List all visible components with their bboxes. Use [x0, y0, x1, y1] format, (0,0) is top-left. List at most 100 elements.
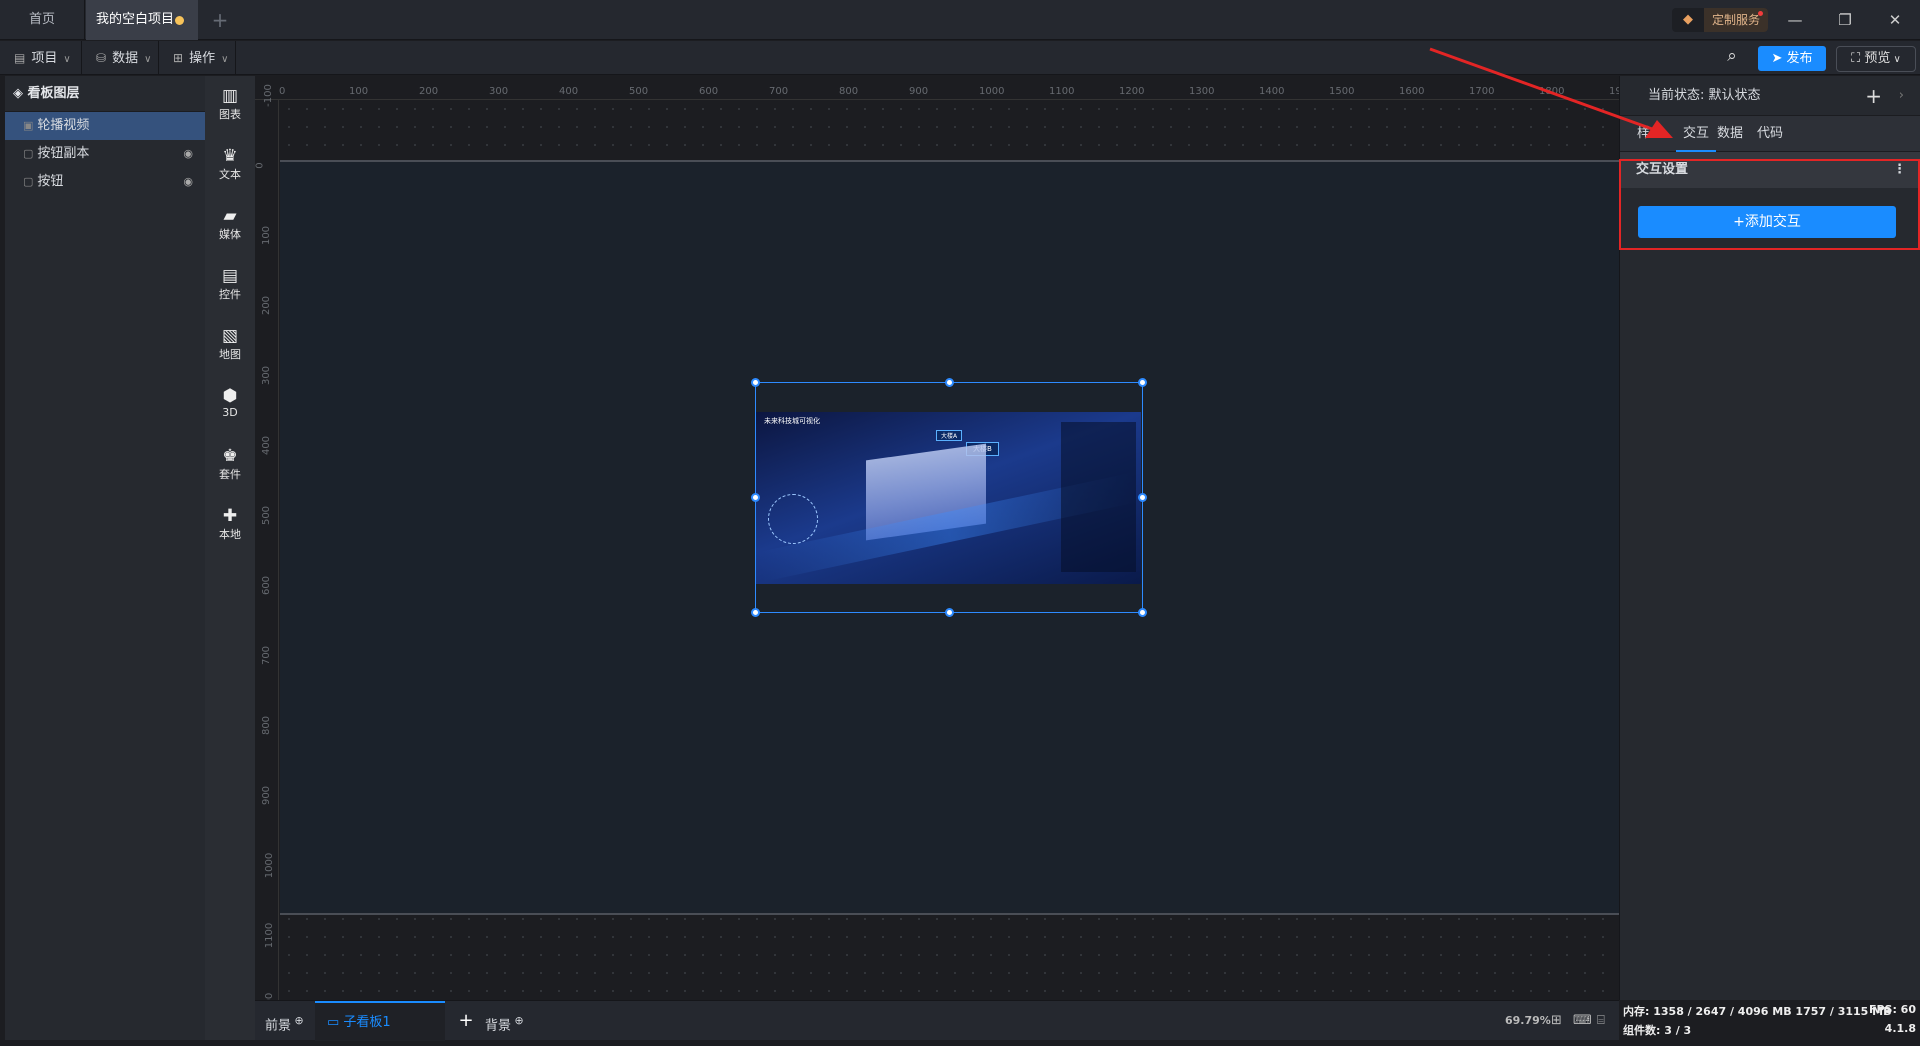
ruler-tick-label: 100: [261, 225, 273, 246]
layer-label: 轮播视频: [37, 118, 90, 133]
component-count: 组件数: 3 / 3: [1623, 1024, 1692, 1037]
preview-button[interactable]: ⛶ 预览 ∨: [1836, 46, 1916, 72]
component-kit[interactable]: ♚ 套件: [205, 436, 255, 496]
shirt-icon: ♚: [222, 446, 238, 466]
ruler-tick-label: 0: [279, 86, 286, 97]
ruler-tick-label: 400: [261, 435, 273, 456]
component-local[interactable]: ✚ 本地: [205, 496, 255, 556]
ruler-tick-label: 900: [909, 86, 929, 97]
component-control[interactable]: ▤ 控件: [205, 256, 255, 316]
eye-hidden-icon[interactable]: ◉: [183, 140, 193, 168]
component-label: 本地: [219, 528, 241, 541]
close-button[interactable]: ✕: [1870, 0, 1920, 40]
layer-item[interactable]: ▢ 按钮副本 ◉: [5, 140, 205, 168]
tab-project[interactable]: 我的空白项目: [86, 0, 198, 40]
media-icon: ▰: [223, 206, 237, 226]
ruler-tick-label: 100: [349, 86, 369, 97]
vertical-ruler[interactable]: -100 0 100 200 300 400 500 600 700 800 900 1000 1100…: [254, 84, 279, 1018]
tab-code[interactable]: 代码: [1757, 116, 1783, 152]
layer-panel: ◈ 看板图层 ▣ 轮播视频 ▢ 按钮副本 ◉ ▢ 按钮 ◉: [5, 76, 205, 1040]
board-icon: ▭: [327, 1015, 344, 1030]
layer-item[interactable]: ▢ 按钮 ◉: [5, 168, 205, 196]
ruler-tick-label: 1000: [979, 86, 1005, 97]
component-label: 媒体: [219, 228, 241, 241]
ruler-tick-label: 200: [419, 86, 439, 97]
horizontal-ruler[interactable]: 0 100 200 300 400 500 600 700 800 900 1000 1100 1200…: [255, 76, 1634, 100]
ruler-tick-label: 700: [769, 86, 789, 97]
fit-screen-icon[interactable]: ⊞: [1551, 1001, 1562, 1041]
terminal-icon[interactable]: ⌸: [1597, 1001, 1605, 1041]
add-tab-button[interactable]: +: [205, 0, 235, 40]
minimize-button[interactable]: —: [1770, 0, 1820, 40]
foreground-tab[interactable]: 前景 ⊕: [265, 1001, 304, 1041]
component-text[interactable]: ♛ 文本: [205, 136, 255, 196]
publish-label: 发布: [1786, 51, 1813, 66]
menu-project[interactable]: ▤ 项目 ∨: [0, 41, 82, 75]
ruler-tick-label: 0: [254, 162, 266, 169]
zoom-level[interactable]: 69.79%: [1505, 1001, 1551, 1041]
layer-panel-title: 看板图层: [27, 86, 80, 101]
chevron-right-icon[interactable]: ›: [1899, 76, 1904, 116]
video-icon: ▣: [23, 119, 34, 132]
tab-style[interactable]: 样式: [1637, 116, 1663, 152]
component-label: 图表: [219, 108, 241, 121]
status-bar: 内存: 1358 / 2647 / 4096 MB 1757 / 3115 MB…: [1619, 1000, 1920, 1040]
ruler-tick-label: 800: [261, 715, 273, 736]
tab-interaction[interactable]: 交互: [1676, 116, 1716, 152]
puzzle-icon: ✚: [222, 506, 238, 526]
bottom-bar: 前景 ⊕ ▭ 子看板1 + 背景 ⊕ 69.79% ⊞ ⌨ ⌸: [255, 1000, 1619, 1041]
component-bar: ▥ 图表 ♛ 文本 ▰ 媒体 ▤ 控件 ▧ 地图 ⬢ 3D ♚ 套件 ✚ 本地: [205, 76, 255, 1040]
state-value[interactable]: 默认状态: [1709, 88, 1761, 103]
add-circle-icon[interactable]: ⊕: [291, 1014, 303, 1027]
component-chart[interactable]: ▥ 图表: [205, 76, 255, 136]
tab-data[interactable]: 数据: [1717, 116, 1743, 152]
component-media[interactable]: ▰ 媒体: [205, 196, 255, 256]
resize-handle[interactable]: [751, 493, 760, 502]
ruler-tick-label: 700: [261, 645, 273, 666]
resize-handle[interactable]: [751, 378, 760, 387]
layer-item[interactable]: ▣ 轮播视频: [5, 112, 205, 140]
background-label: 背景: [485, 1018, 512, 1034]
ruler-tick-label: 1300: [1189, 86, 1215, 97]
restore-button[interactable]: ❐: [1820, 0, 1870, 40]
add-state-icon[interactable]: +: [1865, 76, 1882, 116]
keyboard-icon[interactable]: ⌨: [1573, 1001, 1592, 1041]
resize-handle[interactable]: [945, 378, 954, 387]
resize-handle[interactable]: [945, 608, 954, 617]
ruler-tick-label: 1500: [1329, 86, 1355, 97]
ruler-tick-label: 1100: [1049, 86, 1075, 97]
eye-hidden-icon[interactable]: ◉: [183, 168, 193, 196]
ruler-tick-label: 600: [261, 575, 273, 596]
custom-service-button[interactable]: ◆ 定制服务: [1672, 8, 1768, 32]
component-map[interactable]: ▧ 地图: [205, 316, 255, 376]
subboard-tab[interactable]: ▭ 子看板1: [315, 1001, 445, 1041]
menu-operate[interactable]: ⊞ 操作 ∨: [159, 41, 236, 75]
chevron-down-icon: ∨: [144, 54, 152, 65]
menu-label: 项目: [31, 51, 58, 66]
selection-box[interactable]: [751, 378, 1147, 617]
resize-handle[interactable]: [751, 608, 760, 617]
menu-data[interactable]: ⛁ 数据 ∨: [82, 41, 159, 75]
send-icon: ➤: [1771, 51, 1787, 66]
title-bar: 首页 我的空白项目 +: [0, 0, 1920, 40]
toolbar: ▤ 项目 ∨ ⛁ 数据 ∨ ⊞ 操作 ∨: [0, 41, 1920, 75]
search-icon[interactable]: ⌕: [1720, 46, 1744, 70]
resize-handle[interactable]: [1138, 378, 1147, 387]
add-circle-icon[interactable]: ⊕: [511, 1014, 523, 1027]
memory-usage: 内存: 1358 / 2647 / 4096 MB 1757 / 3115 MB: [1623, 1005, 1892, 1018]
publish-button[interactable]: ➤ 发布: [1758, 46, 1826, 71]
layer-label: 按钮: [37, 174, 64, 189]
fullscreen-icon: ⛶: [1851, 51, 1865, 66]
add-board-button[interactable]: +: [451, 1001, 481, 1041]
ruler-tick-label: 800: [839, 86, 859, 97]
component-3d[interactable]: ⬢ 3D: [205, 376, 255, 436]
resize-handle[interactable]: [1138, 608, 1147, 617]
background-tab[interactable]: 背景 ⊕: [485, 1001, 524, 1041]
ruler-tick-label: 1700: [1469, 86, 1495, 97]
chevron-down-icon: ∨: [221, 54, 229, 65]
state-label: 当前状态:: [1648, 88, 1705, 103]
ruler-tick-label: -100: [262, 84, 274, 107]
cube-icon: ⬢: [222, 386, 238, 406]
tab-home[interactable]: 首页: [0, 0, 85, 40]
resize-handle[interactable]: [1138, 493, 1147, 502]
